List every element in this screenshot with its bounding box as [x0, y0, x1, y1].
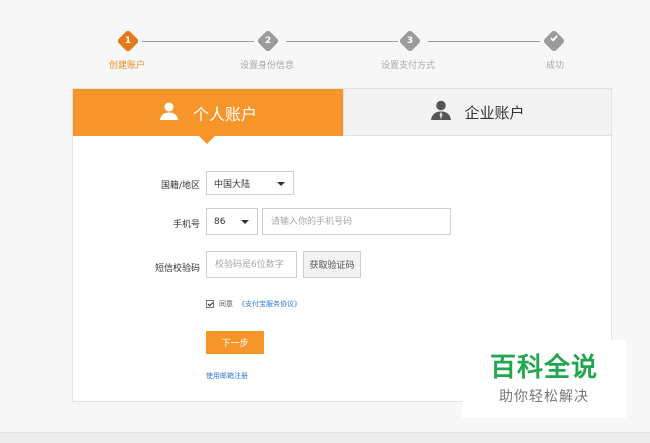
sms-code-input[interactable]	[206, 251, 297, 278]
agreement-row: 同意 《支付宝服务协议》	[206, 299, 301, 309]
step-connector-1	[142, 41, 254, 42]
next-step-button[interactable]: 下一步	[206, 331, 264, 354]
agree-text: 同意	[219, 300, 233, 308]
watermark-logo: 百科全说 助你轻松解决	[462, 340, 626, 418]
step-4-dot	[542, 29, 566, 53]
phone-label: 手机号	[172, 220, 200, 230]
step-3-dot: 3	[398, 29, 422, 53]
step-3-number: 3	[406, 36, 414, 46]
check-icon	[546, 33, 562, 49]
tab-business-label: 企业账户	[464, 103, 525, 122]
step-4-label: 成功	[546, 61, 565, 71]
step-1-number: 1	[124, 36, 132, 46]
step-connector-2	[286, 41, 398, 42]
region-select[interactable]: 中国大陆	[206, 171, 294, 195]
phone-input[interactable]	[262, 208, 451, 235]
watermark-title: 百科全说	[489, 352, 598, 383]
sms-code-label: 短信校验码	[154, 264, 200, 274]
country-code-select[interactable]: 86	[206, 208, 258, 235]
caret-down-icon	[277, 182, 285, 186]
business-person-icon	[430, 99, 452, 125]
person-icon	[159, 101, 179, 125]
tab-business-account[interactable]: 企业账户	[343, 89, 611, 136]
account-type-tabs: 个人账户 企业账户	[73, 89, 611, 144]
footer-strip	[0, 432, 650, 443]
agree-checkbox[interactable]	[206, 300, 214, 308]
region-label: 国籍/地区	[160, 181, 200, 191]
step-1-dot: 1	[116, 29, 140, 53]
watermark-subtitle: 助你轻松解决	[499, 388, 589, 405]
step-3-label: 设置支付方式	[381, 61, 436, 71]
country-code-value: 86	[214, 216, 226, 227]
step-connector-3	[428, 41, 540, 42]
registration-stepper: 1 2 3 创建账户 设置身份信息 设置支付方式 成功	[0, 0, 650, 80]
step-2-label: 设置身份信息	[240, 61, 295, 71]
step-2-dot: 2	[256, 29, 280, 53]
service-agreement-link[interactable]: 《支付宝服务协议》	[238, 299, 301, 309]
step-2-number: 2	[264, 36, 272, 46]
step-1-label: 创建账户	[109, 61, 146, 71]
email-register-link[interactable]: 使用邮箱注册	[206, 371, 248, 381]
region-value: 中国大陆	[214, 179, 251, 190]
tab-personal-account[interactable]: 个人账户	[73, 89, 343, 144]
tab-personal-label: 个人账户	[192, 104, 257, 124]
get-code-button[interactable]: 获取验证码	[303, 251, 361, 278]
caret-down-icon	[241, 220, 249, 224]
